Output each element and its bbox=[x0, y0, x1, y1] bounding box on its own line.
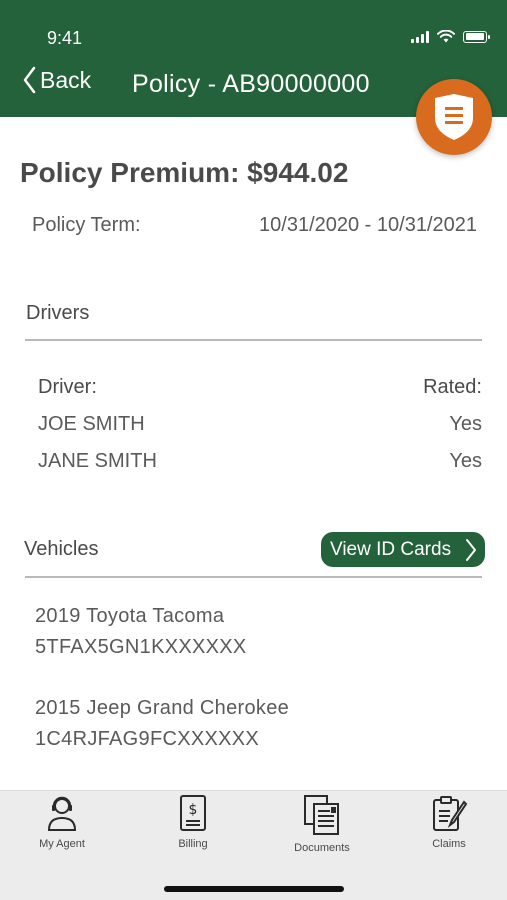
tab-label: My Agent bbox=[39, 838, 85, 850]
tab-my-agent[interactable]: My Agent bbox=[17, 791, 107, 861]
rated-column-header: Rated: bbox=[423, 376, 482, 398]
bottom-tab-bar: My Agent $ Billing Documents Claims bbox=[0, 790, 507, 900]
back-label: Back bbox=[40, 66, 92, 93]
tab-claims[interactable]: Claims bbox=[404, 791, 494, 861]
billing-icon: $ bbox=[180, 795, 206, 831]
shield-icon bbox=[435, 94, 473, 140]
shield-badge[interactable] bbox=[416, 79, 492, 155]
vehicles-section-title: Vehicles bbox=[24, 538, 99, 560]
page-title: Policy - AB90000000 bbox=[132, 70, 370, 98]
home-indicator bbox=[164, 886, 344, 892]
vehicle-vin: 1C4RJFAG9FCXXXXXX bbox=[35, 728, 260, 750]
tab-label: Claims bbox=[432, 838, 466, 850]
drivers-section-title: Drivers bbox=[26, 302, 90, 324]
documents-icon bbox=[304, 795, 339, 835]
driver-name: JOE SMITH bbox=[38, 413, 145, 435]
policy-term-value: 10/31/2020 - 10/31/2021 bbox=[259, 214, 477, 236]
back-button[interactable]: Back bbox=[22, 66, 91, 94]
view-id-cards-label: View ID Cards bbox=[330, 538, 452, 560]
chevron-right-icon bbox=[466, 539, 476, 561]
status-icons bbox=[411, 30, 490, 43]
vehicle-name: 2019 Toyota Tacoma bbox=[35, 605, 225, 627]
svg-text:$: $ bbox=[189, 802, 198, 818]
driver-name: JANE SMITH bbox=[38, 450, 157, 472]
wifi-icon bbox=[437, 30, 455, 43]
vehicle-vin: 5TFAX5GN1KXXXXXX bbox=[35, 636, 247, 658]
policy-term-label: Policy Term: bbox=[32, 214, 141, 236]
cellular-signal-icon bbox=[411, 30, 429, 43]
claims-icon bbox=[433, 796, 468, 831]
driver-rated: Yes bbox=[449, 413, 482, 435]
tab-billing[interactable]: $ Billing bbox=[148, 791, 238, 861]
tab-label: Documents bbox=[294, 842, 350, 854]
agent-icon bbox=[47, 796, 77, 831]
drivers-divider bbox=[25, 339, 482, 341]
driver-column-header: Driver: bbox=[38, 376, 97, 398]
view-id-cards-button[interactable]: View ID Cards bbox=[321, 532, 485, 567]
tab-label: Billing bbox=[178, 838, 208, 850]
driver-rated: Yes bbox=[449, 450, 482, 472]
tab-documents[interactable]: Documents bbox=[277, 791, 367, 861]
vehicle-name: 2015 Jeep Grand Cherokee bbox=[35, 697, 290, 719]
policy-premium: Policy Premium: $944.02 bbox=[20, 157, 349, 188]
battery-icon bbox=[463, 30, 490, 43]
chevron-left-icon bbox=[23, 66, 36, 94]
policy-content: Policy Premium: $944.02 Policy Term: 10/… bbox=[0, 117, 507, 790]
status-time: 9:41 bbox=[47, 28, 83, 48]
vehicles-divider bbox=[25, 576, 482, 578]
